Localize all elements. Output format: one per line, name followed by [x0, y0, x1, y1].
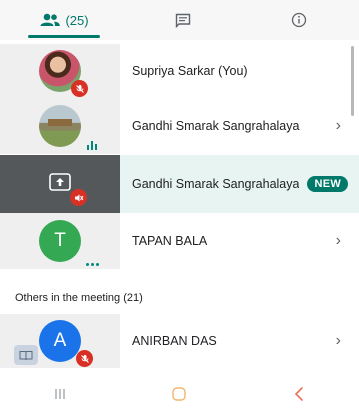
chat-icon [175, 13, 191, 28]
people-count: (25) [65, 12, 89, 28]
avatar [39, 50, 88, 97]
avatar: T [39, 220, 99, 266]
participant-name: Gandhi Smarak Sangrahalaya [132, 177, 300, 191]
more-dots-icon [86, 263, 99, 266]
back-icon [295, 387, 303, 401]
participant-name: TAPAN BALA [132, 234, 208, 248]
mic-off-icon [71, 80, 88, 97]
avatar-initial: A [53, 330, 67, 351]
chevron-right-icon[interactable]: › [336, 332, 341, 350]
volume-off-icon [70, 189, 87, 206]
tab-people[interactable]: (25) [0, 0, 128, 40]
recents-icon [55, 389, 65, 399]
building-shape [48, 119, 72, 126]
participant-name: ANIRBAN DAS [132, 334, 217, 348]
participant-row[interactable]: A ANIRBAN DAS › [0, 314, 359, 368]
participant-row[interactable]: Gandhi Smarak Sangrahalaya NEW [0, 155, 359, 213]
participant-row[interactable]: Supriya Sarkar (You) [0, 44, 359, 98]
participant-info: Gandhi Smarak Sangrahalaya › [120, 98, 359, 154]
home-icon [172, 387, 187, 401]
book-icon[interactable] [14, 345, 38, 365]
people-icon [39, 13, 61, 27]
avatar: A [39, 320, 93, 367]
tab-bar: (25) [0, 0, 359, 40]
info-icon [291, 12, 307, 28]
participant-info: Supriya Sarkar (You) [120, 44, 359, 98]
tab-chat[interactable] [128, 0, 238, 40]
participant-tile: T [0, 213, 120, 269]
participant-info: Gandhi Smarak Sangrahalaya NEW [120, 155, 359, 213]
avatar [39, 105, 97, 150]
new-badge: NEW [307, 176, 349, 192]
participant-name: Supriya Sarkar (You) [132, 64, 248, 78]
participant-info: TAPAN BALA › [120, 213, 359, 269]
chevron-right-icon[interactable]: › [336, 117, 341, 135]
participant-tile [0, 44, 120, 98]
back-button[interactable] [269, 377, 329, 411]
participant-info: ANIRBAN DAS › [120, 314, 359, 368]
home-button[interactable] [149, 377, 209, 411]
system-nav-bar [0, 377, 359, 411]
participant-tile [0, 98, 120, 154]
participant-tile [0, 155, 120, 213]
tab-info[interactable] [238, 0, 359, 40]
chevron-right-icon[interactable]: › [336, 232, 341, 250]
audio-level-icon [87, 141, 97, 150]
avatar-initial: T [54, 230, 66, 251]
tab-active-indicator [28, 35, 100, 38]
participant-name: Gandhi Smarak Sangrahalaya [132, 119, 300, 133]
present-screen-icon [49, 172, 71, 196]
others-section-label: Others in the meeting (21) [15, 292, 143, 304]
mic-off-icon [76, 350, 93, 367]
recent-apps-button[interactable] [30, 377, 90, 411]
participant-row[interactable]: Gandhi Smarak Sangrahalaya › [0, 98, 359, 154]
participant-row[interactable]: T TAPAN BALA › [0, 213, 359, 269]
